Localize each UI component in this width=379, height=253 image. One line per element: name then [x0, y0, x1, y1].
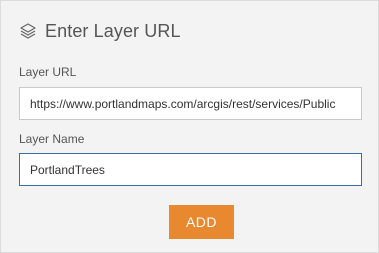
enter-layer-url-panel: Enter Layer URL Layer URL Layer Name ADD — [0, 0, 379, 253]
add-button[interactable]: ADD — [169, 205, 234, 239]
layer-url-input[interactable] — [19, 87, 362, 120]
layers-icon — [19, 22, 37, 40]
panel-title: Enter Layer URL — [45, 20, 181, 41]
panel-header: Enter Layer URL — [19, 19, 181, 43]
layer-name-label: Layer Name — [19, 132, 85, 146]
layer-url-label: Layer URL — [19, 65, 77, 79]
layer-name-input[interactable] — [19, 153, 362, 186]
